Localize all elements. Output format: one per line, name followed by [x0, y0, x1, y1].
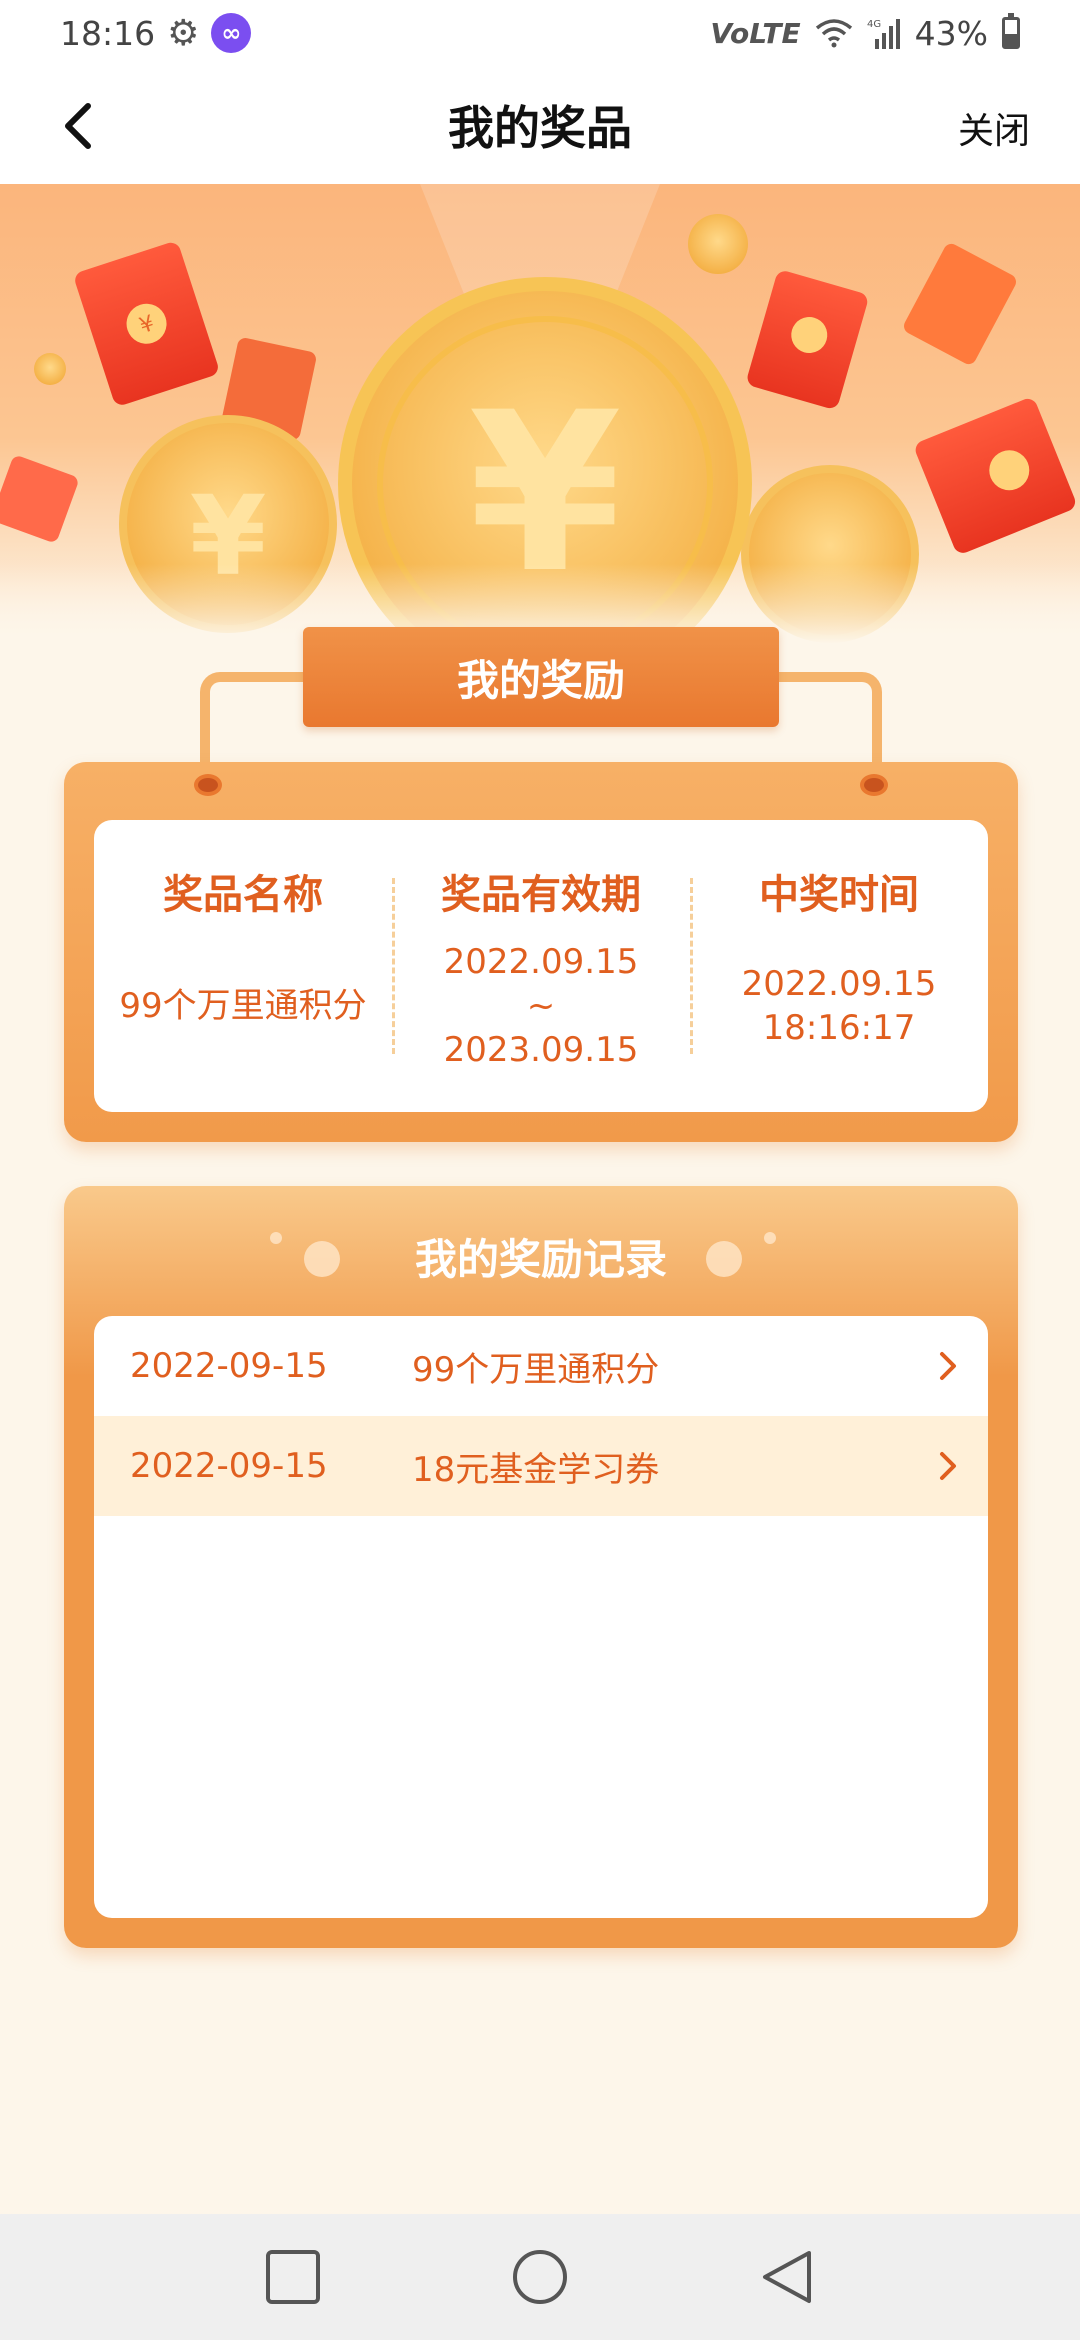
red-envelope-left: ¥	[75, 242, 218, 405]
reward-card: 奖品名称 99个万里通积分 奖品有效期 2022.09.15 ~ 2023.09…	[64, 762, 1018, 1142]
chevron-right-icon	[940, 1352, 956, 1380]
prize-name-header: 奖品名称	[163, 872, 323, 918]
reward-table: 奖品名称 99个万里通积分 奖品有效期 2022.09.15 ~ 2023.09…	[94, 820, 988, 1112]
validity-separator: ~	[526, 986, 556, 1026]
gear-icon: ⚙	[167, 12, 200, 54]
record-name: 18元基金学习券	[412, 1449, 660, 1490]
record-date: 2022-09-15	[130, 1446, 328, 1486]
records-list: 2022-09-15 99个万里通积分 2022-09-15 18元基金学习券	[94, 1316, 988, 1918]
validity-end: 2023.09.15	[443, 1030, 639, 1070]
signal-type-label: 4G	[867, 19, 881, 30]
records-section-title: 我的奖励记录	[414, 1235, 667, 1284]
record-name: 99个万里通积分	[412, 1349, 660, 1390]
back-arrow-icon[interactable]	[52, 96, 112, 156]
prize-name-column: 奖品名称 99个万里通积分	[94, 820, 392, 1112]
win-date: 2022.09.15	[741, 964, 937, 1004]
page-title: 我的奖品	[448, 101, 632, 155]
hanger-pin-right	[860, 774, 888, 796]
wifi-icon	[815, 19, 852, 48]
system-nav-bar	[0, 2214, 1080, 2340]
win-time-column: 中奖时间 2022.09.15 18:16:17	[690, 820, 988, 1112]
close-button[interactable]: 关闭	[958, 102, 1030, 154]
signal-icon: 4G	[867, 19, 900, 49]
volte-indicator: VoLTE	[710, 16, 801, 50]
coin-illustration: ¥ ¥ ¥	[0, 184, 1080, 644]
win-clock: 18:16:17	[762, 1008, 916, 1048]
record-date: 2022-09-15	[130, 1346, 328, 1386]
win-time-header: 中奖时间	[759, 872, 919, 918]
nav-bar: 我的奖品 关闭	[0, 66, 1080, 184]
hero-banner: ¥ ¥ ¥	[0, 184, 1080, 644]
reward-section-title: 我的奖励	[303, 627, 779, 727]
prize-name-value: 99个万里通积分	[119, 986, 367, 1026]
status-bar: 18:16 ⚙ ∞ VoLTE 4G 43%	[0, 0, 1080, 66]
app-notification-icon: ∞	[211, 13, 252, 53]
back-triangle-icon[interactable]	[759, 2249, 815, 2305]
status-time: 18:16	[60, 13, 156, 53]
validity-start: 2022.09.15	[443, 942, 639, 982]
home-icon[interactable]	[512, 2249, 568, 2305]
recent-apps-icon[interactable]	[265, 2249, 321, 2305]
chevron-right-icon	[940, 1452, 956, 1480]
reward-records-card: 我的奖励记录 2022-09-15 99个万里通积分 2022-09-15 18…	[64, 1186, 1018, 1948]
validity-header: 奖品有效期	[441, 872, 641, 918]
hanger-pin-left	[194, 774, 222, 796]
battery-icon	[1002, 13, 1020, 49]
record-row[interactable]: 2022-09-15 18元基金学习券	[94, 1416, 988, 1516]
battery-percent: 43%	[914, 13, 988, 53]
record-row[interactable]: 2022-09-15 99个万里通积分	[94, 1316, 988, 1416]
validity-column: 奖品有效期 2022.09.15 ~ 2023.09.15	[392, 820, 690, 1112]
